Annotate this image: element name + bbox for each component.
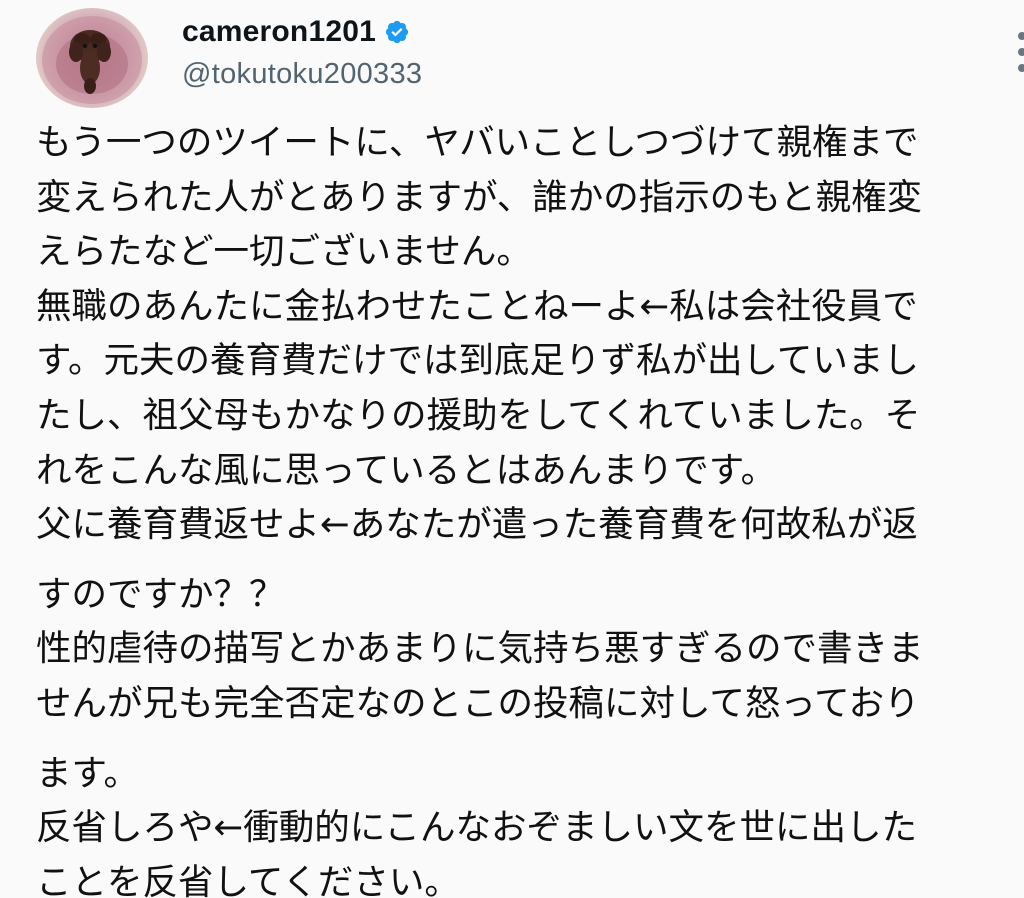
more-options-icon[interactable] (1006, 22, 1024, 82)
display-name[interactable]: cameron1201 (182, 15, 376, 49)
tweet-line: 父に養育費返せよ←あなたが遣った養育費を何故私が返 (36, 504, 918, 546)
tweet-line: ことを反省してください。 (36, 861, 460, 898)
verified-badge-icon (384, 19, 410, 45)
tweet-text: もう一つのツイートに、ヤバいことしつづけて親権まで 変えられた人がとありますが、… (36, 116, 1016, 898)
tweet-line: もう一つのツイートに、ヤバいことしつづけて親権まで (36, 122, 919, 163)
tweet-line: 性的虐待の描写とかあまりに気持ち悪すぎるので書きま (36, 628, 924, 670)
user-handle[interactable]: @tokutoku200333 (182, 58, 982, 91)
tweet-line: せんが兄も完全否定なのとこの投稿に対して怒っており (36, 682, 920, 724)
tweet-card: cameron1201 @tokutoku200333 もう一つのツイートに、ヤ… (0, 0, 1024, 898)
tweet-line: たし、祖父母もかなりの援助をしてくれていました。そ (36, 394, 921, 436)
avatar-image (42, 16, 142, 104)
tweet-line: す。元夫の養育費だけでは到底足りず私が出していまし (36, 340, 919, 382)
tweet-line: 無職のあんたに金払わせたことねーよ←私は会社役員で (36, 285, 918, 327)
tweet-line: えらたなど一切ございません。 (36, 231, 532, 273)
tweet-line: れをこんな風に思っているとはあんまりです。 (36, 449, 777, 491)
name-row: cameron1201 (182, 10, 982, 54)
tweet-line: 変えられた人がとありますが、誰かの指示のもと親権変 (36, 176, 923, 218)
tweet-line: すのですか？？ (36, 573, 285, 615)
avatar[interactable] (36, 8, 148, 108)
tweet-header: cameron1201 @tokutoku200333 (182, 10, 982, 91)
tweet-line: 反省しろや←衝動的にこんなおぞましい文を世に出した (36, 807, 918, 849)
tweet-line: ます。 (36, 752, 139, 794)
